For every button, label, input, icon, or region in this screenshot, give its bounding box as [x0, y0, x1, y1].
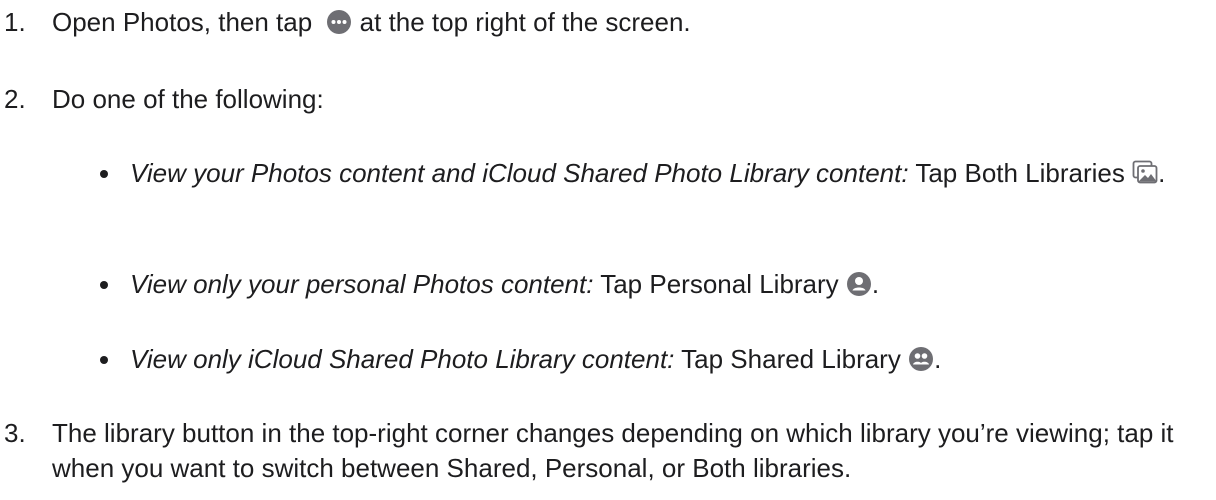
option-suffix: .	[934, 344, 942, 374]
step-2: 2. Do one of the following:	[4, 82, 1204, 117]
option-shared-library: View only iCloud Shared Photo Library co…	[92, 342, 1202, 377]
option-suffix: .	[1158, 158, 1166, 188]
step-number: 1.	[4, 7, 26, 37]
step-1: 1. Open Photos, then tap at the top righ…	[4, 5, 1204, 40]
option-personal-library: View only your personal Photos content: …	[92, 267, 1202, 302]
both-libraries-icon	[1132, 160, 1158, 186]
instructions-page: 1. Open Photos, then tap at the top righ…	[0, 0, 1216, 500]
bullet-dot	[92, 342, 130, 377]
option-condition: View only your personal Photos content:	[130, 269, 594, 299]
shared-library-icon	[908, 346, 934, 372]
bullet-dot	[92, 267, 130, 302]
option-text: View only your personal Photos content: …	[130, 267, 1202, 302]
option-text: View only iCloud Shared Photo Library co…	[130, 342, 1202, 377]
step-text: Open Photos, then tap at the top right o…	[52, 5, 1204, 40]
option-both-libraries: View your Photos content and iCloud Shar…	[92, 156, 1202, 191]
more-circle-icon	[326, 9, 352, 35]
option-condition: View only iCloud Shared Photo Library co…	[130, 344, 675, 374]
personal-library-icon	[846, 271, 872, 297]
option-suffix: .	[871, 269, 880, 299]
option-action: Tap Personal Library	[593, 269, 839, 299]
step-1-text-end: at the top right of the screen.	[352, 7, 691, 37]
step-3: 3. The library button in the top-right c…	[4, 416, 1204, 486]
option-condition: View your Photos content and iCloud Shar…	[130, 158, 909, 188]
option-action: Tap Shared Library	[674, 344, 901, 374]
step-1-text-start: Open Photos, then tap	[52, 7, 313, 37]
step-text: Do one of the following:	[52, 84, 324, 114]
step-text: The library button in the top-right corn…	[52, 418, 1174, 483]
option-text: View your Photos content and iCloud Shar…	[130, 156, 1202, 191]
bullet-dot	[92, 156, 130, 191]
step-number: 3.	[4, 418, 26, 448]
step-number: 2.	[4, 84, 26, 114]
option-action: Tap Both Libraries	[908, 158, 1125, 188]
